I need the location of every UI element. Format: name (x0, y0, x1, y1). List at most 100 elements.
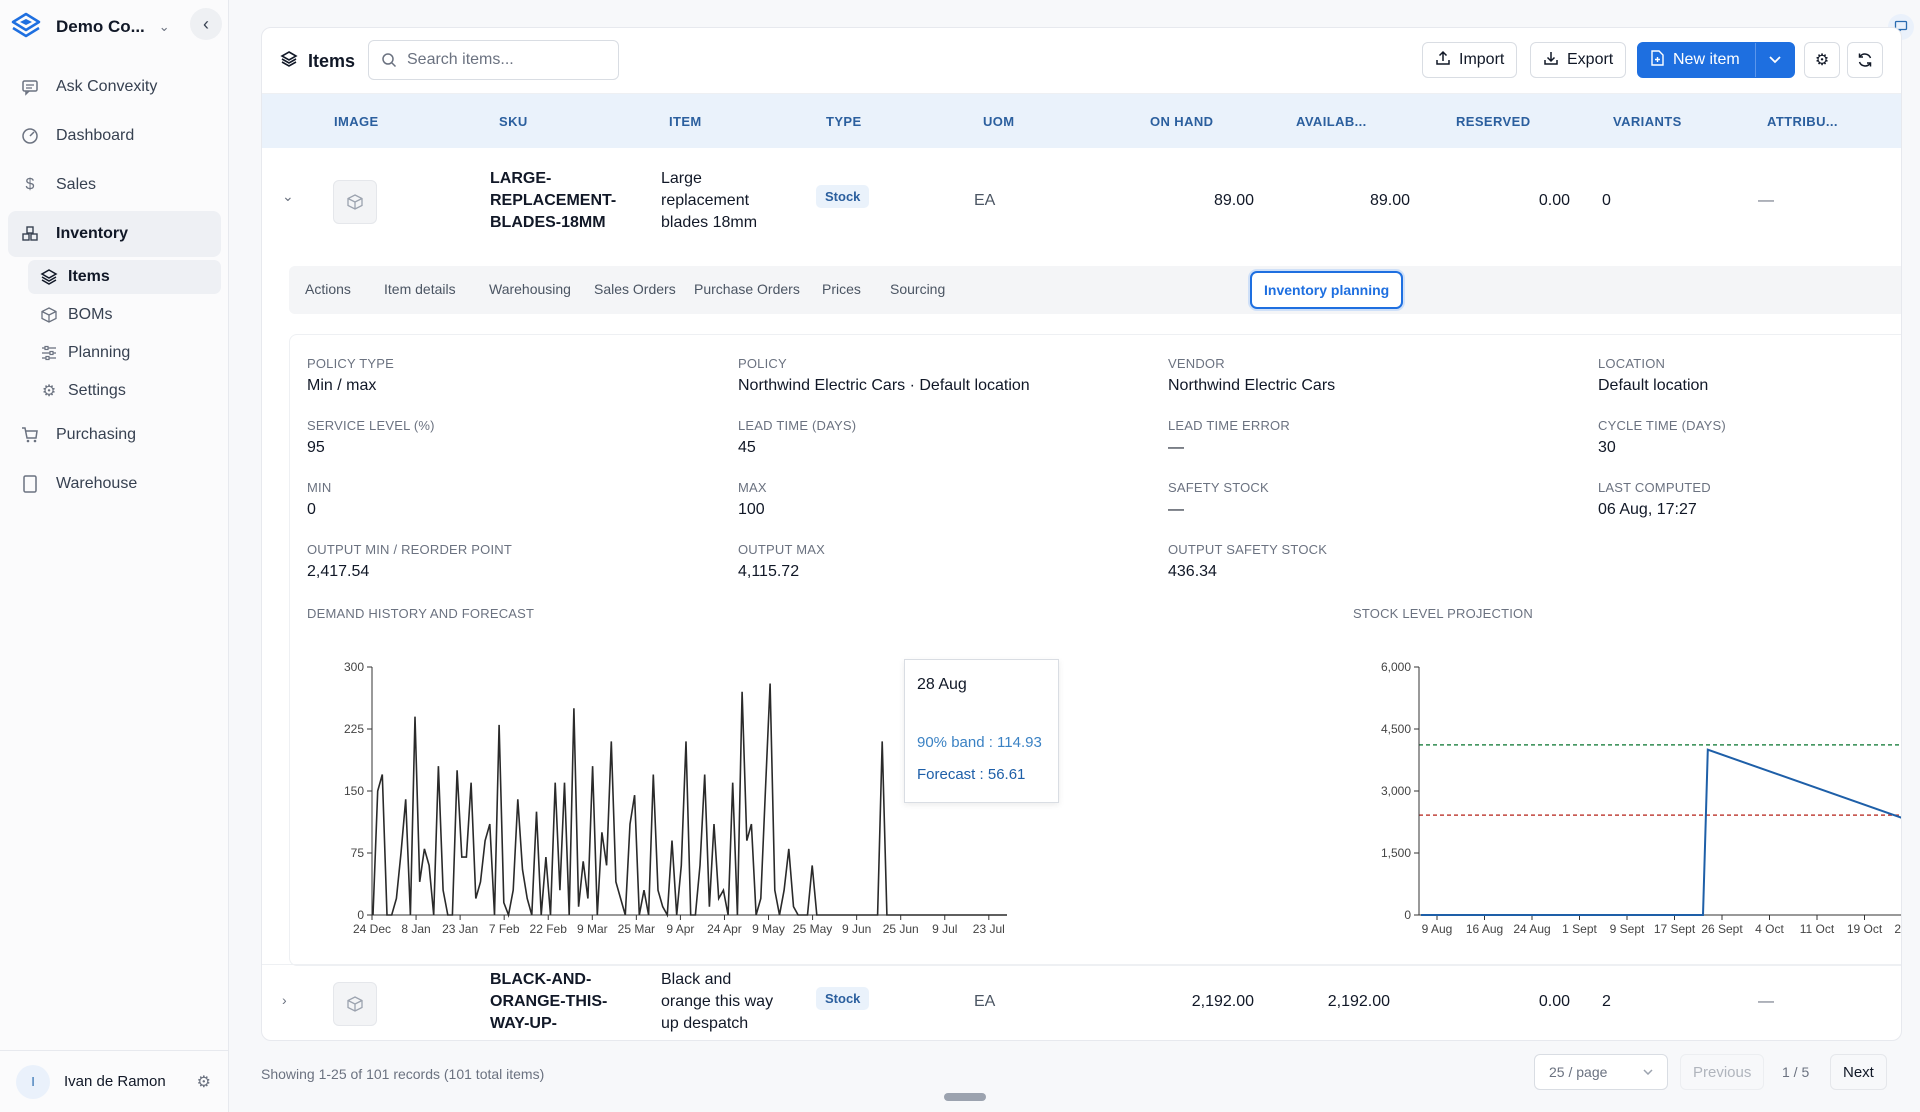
page-indicator: 1 / 5 (1782, 1064, 1810, 1080)
tab-prices[interactable]: Prices (822, 281, 861, 297)
export-button[interactable]: Export (1530, 42, 1627, 78)
x-tick-label: 9 Apr (666, 922, 694, 936)
attributes-cell: — (1758, 993, 1774, 1010)
brand-logo-icon (11, 12, 41, 38)
field-value: Default location (1598, 377, 1709, 394)
drag-handle[interactable] (944, 1093, 986, 1101)
nav-item-inventory[interactable]: Inventory (8, 211, 221, 257)
field-value: Northwind Electric Cars (1168, 377, 1336, 394)
column-header-image[interactable]: IMAGE (334, 114, 379, 129)
cube-icon (40, 306, 58, 324)
sidebar-item-items[interactable]: Items (28, 260, 221, 294)
column-header-item[interactable]: ITEM (669, 114, 702, 129)
sidebar-item-planning[interactable]: Planning (28, 336, 221, 370)
tab-sourcing[interactable]: Sourcing (890, 281, 945, 297)
x-tick-label: 23 Jul (973, 922, 1005, 936)
field-value: Min / max (307, 377, 377, 394)
tab-inventory-planning[interactable]: Inventory planning (1250, 271, 1404, 309)
field-value: — (1168, 501, 1184, 518)
y-tick-label: 6,000 (1381, 660, 1411, 674)
import-button[interactable]: Import (1422, 42, 1518, 78)
sku-line: ORANGE-THIS- (490, 993, 608, 1010)
nav-item-dashboard[interactable]: Dashboard (8, 113, 221, 159)
chart-tooltip: 28 Aug 90% band : 114.93 Forecast : 56.6… (904, 659, 1059, 803)
planning-icon (40, 344, 58, 362)
collapse-sidebar-button[interactable]: ‹ (190, 8, 222, 40)
user-profile[interactable]: I Ivan de Ramon ⚙ (0, 1050, 229, 1112)
new-item-label: New item (1673, 51, 1740, 68)
stock-level-projection-chart[interactable]: 0 1,500 3,000 4,500 6,000 9 Aug 16 Aug 24 Aug 1 … (1353, 628, 1902, 938)
attributes-cell: — (1758, 192, 1774, 209)
x-tick-label: 24 Aug (1513, 922, 1550, 936)
tab-sales-orders[interactable]: Sales Orders (594, 281, 676, 297)
nav-item-ask-convexity[interactable]: Ask Convexity (8, 64, 221, 110)
x-tick-label: 25 Jun (883, 922, 919, 936)
column-header-type[interactable]: TYPE (826, 114, 862, 129)
subnav-label: BOMs (68, 306, 113, 323)
table-row[interactable]: › BLACK-AND- ORANGE-THIS- WAY-UP- Black … (262, 964, 1901, 1040)
search-input[interactable] (407, 51, 607, 69)
sidebar-item-settings[interactable]: ⚙ Settings (28, 374, 221, 408)
expand-chevron-right-icon[interactable]: › (282, 992, 287, 1008)
new-document-icon (1650, 49, 1665, 71)
variants-cell: 0 (1602, 192, 1611, 209)
nav-item-warehouse[interactable]: Warehouse (8, 461, 221, 507)
stock-chart-title: STOCK LEVEL PROJECTION (1353, 606, 1533, 621)
nav-item-sales[interactable]: $ Sales (8, 162, 221, 208)
workspace-name: Demo Co... (56, 17, 145, 36)
field-label: LOCATION (1598, 356, 1666, 371)
tab-warehousing[interactable]: Warehousing (489, 281, 571, 297)
chevron-down-icon: ⌄ (158, 19, 170, 34)
page-size-value: 25 / page (1549, 1064, 1608, 1080)
page-size-select[interactable]: 25 / page (1534, 1054, 1668, 1090)
cube-icon (347, 996, 363, 1012)
column-header-available[interactable]: AVAILAB... (1296, 114, 1367, 129)
x-tick-label: 23 Jan (442, 922, 478, 936)
items-card: Items Import Export New item (261, 27, 1902, 1041)
workspace-switcher[interactable]: Demo Co... ⌄ (10, 10, 170, 44)
new-item-button[interactable]: New item (1638, 43, 1756, 77)
expand-chevron-icon[interactable]: ⌄ (282, 188, 294, 205)
column-header-on-hand[interactable]: ON HAND (1150, 114, 1213, 129)
chevron-down-icon (1769, 56, 1781, 64)
sku-line: BLADES-18MM (490, 214, 606, 231)
uom-cell: EA (974, 993, 996, 1010)
dashboard-icon (20, 126, 40, 146)
x-tick-label: 11 Oct (1800, 922, 1835, 936)
column-header-reserved[interactable]: RESERVED (1456, 114, 1530, 129)
x-tick-label: 9 May (752, 922, 785, 936)
item-line: Large (661, 170, 702, 187)
column-header-variants[interactable]: VARIANTS (1613, 114, 1682, 129)
tab-purchase-orders[interactable]: Purchase Orders (694, 281, 800, 297)
item-line: Black and (661, 971, 732, 988)
cart-icon (20, 425, 40, 445)
table-row[interactable]: ⌄ LARGE- REPLACEMENT- BLADES-18MM Large … (262, 148, 1901, 256)
field-label: MIN (307, 480, 332, 495)
nav-label: Warehouse (56, 475, 138, 492)
column-header-attributes[interactable]: ATTRIBU... (1767, 114, 1838, 129)
demand-history-forecast-chart[interactable]: 0 75 150 225 300 24 Dec 8 Jan 23 Jan 7 Feb 22 Feb… (307, 628, 1007, 938)
x-tick-label: 27 Oct (1894, 922, 1902, 936)
search-box[interactable] (368, 40, 619, 80)
sku-line: WAY-UP- (490, 1015, 557, 1032)
layers-icon (280, 50, 298, 73)
tab-actions[interactable]: Actions (305, 281, 351, 297)
subnav-label: Settings (68, 382, 126, 399)
tab-item-details[interactable]: Item details (384, 281, 456, 297)
sidebar-item-boms[interactable]: BOMs (28, 298, 221, 332)
new-item-dropdown-button[interactable] (1756, 43, 1794, 77)
user-settings-gear-icon[interactable]: ⚙ (197, 1072, 211, 1092)
sku-line: BLACK-AND- (490, 971, 592, 988)
type-badge: Stock (816, 987, 870, 1010)
item-image-placeholder (333, 982, 377, 1026)
nav-item-purchasing[interactable]: Purchasing (8, 412, 221, 458)
refresh-button[interactable] (1847, 42, 1883, 78)
table-settings-button[interactable]: ⚙ (1804, 42, 1840, 78)
uom-cell: EA (974, 192, 996, 209)
y-tick-label: 1,500 (1381, 846, 1411, 860)
previous-page-button[interactable]: Previous (1680, 1054, 1765, 1090)
next-page-button[interactable]: Next (1830, 1054, 1887, 1090)
column-header-sku[interactable]: SKU (499, 114, 528, 129)
item-line: up despatch (661, 1015, 749, 1032)
column-header-uom[interactable]: UOM (983, 114, 1015, 129)
